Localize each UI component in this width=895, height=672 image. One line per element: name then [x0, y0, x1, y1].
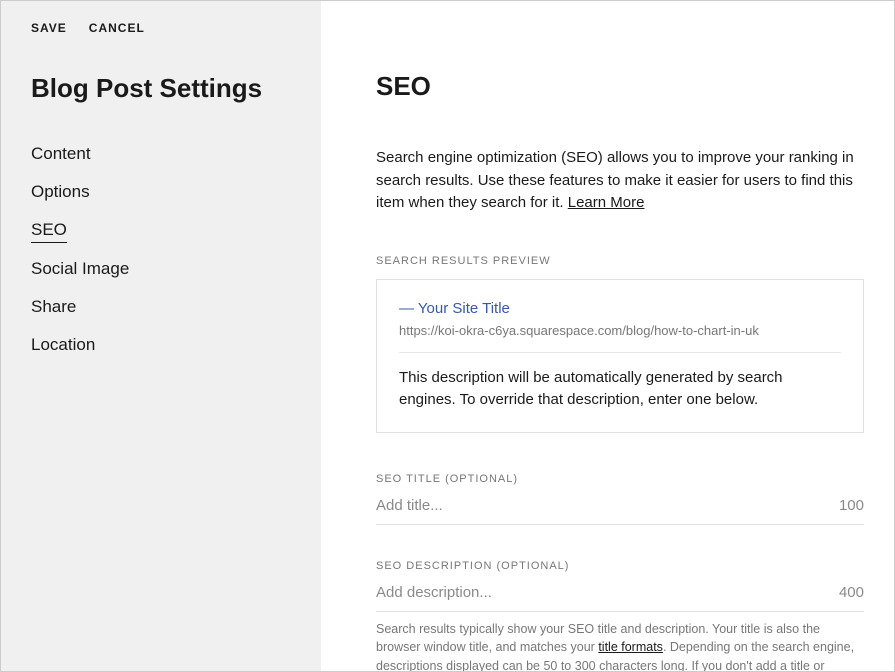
seo-description-count: 400	[839, 584, 864, 601]
nav-item-seo[interactable]: SEO	[31, 220, 67, 243]
seo-title-count: 100	[839, 497, 864, 514]
sidebar: SAVE CANCEL Blog Post Settings Content O…	[1, 1, 321, 671]
seo-title-row: 100	[376, 497, 864, 525]
top-actions: SAVE CANCEL	[31, 21, 291, 35]
nav-item-options[interactable]: Options	[31, 182, 90, 204]
preview-label: SEARCH RESULTS PREVIEW	[376, 255, 864, 267]
seo-description-field: SEO DESCRIPTION (OPTIONAL) 400 Search re…	[376, 560, 864, 672]
seo-title-label: SEO TITLE (OPTIONAL)	[376, 473, 864, 485]
seo-title-field: SEO TITLE (OPTIONAL) 100	[376, 473, 864, 525]
sidebar-title: Blog Post Settings	[31, 73, 291, 104]
search-preview-box: — Your Site Title https://koi-okra-c6ya.…	[376, 279, 864, 433]
nav-item-social-image[interactable]: Social Image	[31, 259, 129, 281]
seo-description-input[interactable]	[376, 584, 829, 601]
learn-more-link[interactable]: Learn More	[568, 194, 645, 211]
intro-text: Search engine optimization (SEO) allows …	[376, 147, 864, 215]
preview-url: https://koi-okra-c6ya.squarespace.com/bl…	[399, 323, 841, 353]
seo-description-helper: Search results typically show your SEO t…	[376, 620, 864, 672]
nav-item-location[interactable]: Location	[31, 335, 95, 357]
save-button[interactable]: SAVE	[31, 21, 67, 35]
title-formats-link[interactable]: title formats	[598, 640, 663, 654]
cancel-button[interactable]: CANCEL	[89, 21, 145, 35]
main-heading: SEO	[376, 71, 864, 102]
preview-description: This description will be automatically g…	[399, 367, 841, 412]
seo-title-input[interactable]	[376, 497, 829, 514]
nav-item-share[interactable]: Share	[31, 297, 76, 319]
main-panel: SEO Search engine optimization (SEO) all…	[321, 1, 894, 671]
seo-description-row: 400	[376, 584, 864, 612]
preview-title: — Your Site Title	[399, 300, 841, 317]
seo-description-label: SEO DESCRIPTION (OPTIONAL)	[376, 560, 864, 572]
nav-item-content[interactable]: Content	[31, 144, 91, 166]
nav-list: Content Options SEO Social Image Share L…	[31, 144, 291, 373]
